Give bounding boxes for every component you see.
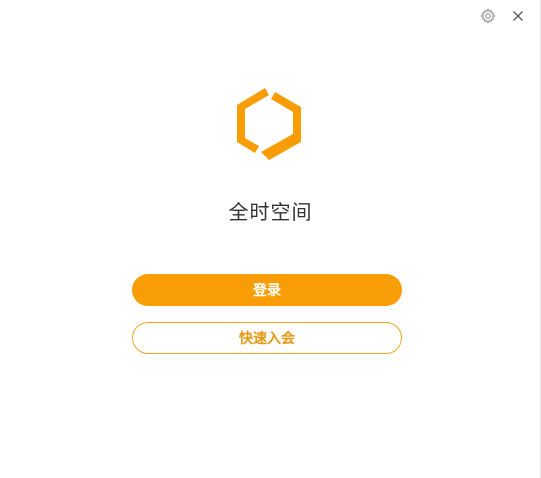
- gear-icon: [480, 8, 496, 24]
- app-title: 全时空间: [228, 200, 313, 224]
- login-button-label: 登录: [253, 283, 281, 299]
- quick-join-button[interactable]: 快速入会: [132, 322, 402, 354]
- app-logo: [235, 86, 303, 162]
- close-button[interactable]: [509, 7, 527, 25]
- close-icon: [513, 11, 523, 21]
- settings-button[interactable]: [479, 7, 497, 25]
- hexagon-logo-icon: [237, 88, 301, 160]
- login-button[interactable]: 登录: [132, 274, 402, 306]
- quick-join-button-label: 快速入会: [239, 331, 295, 347]
- login-window: 全时空间 登录 快速入会: [0, 0, 541, 478]
